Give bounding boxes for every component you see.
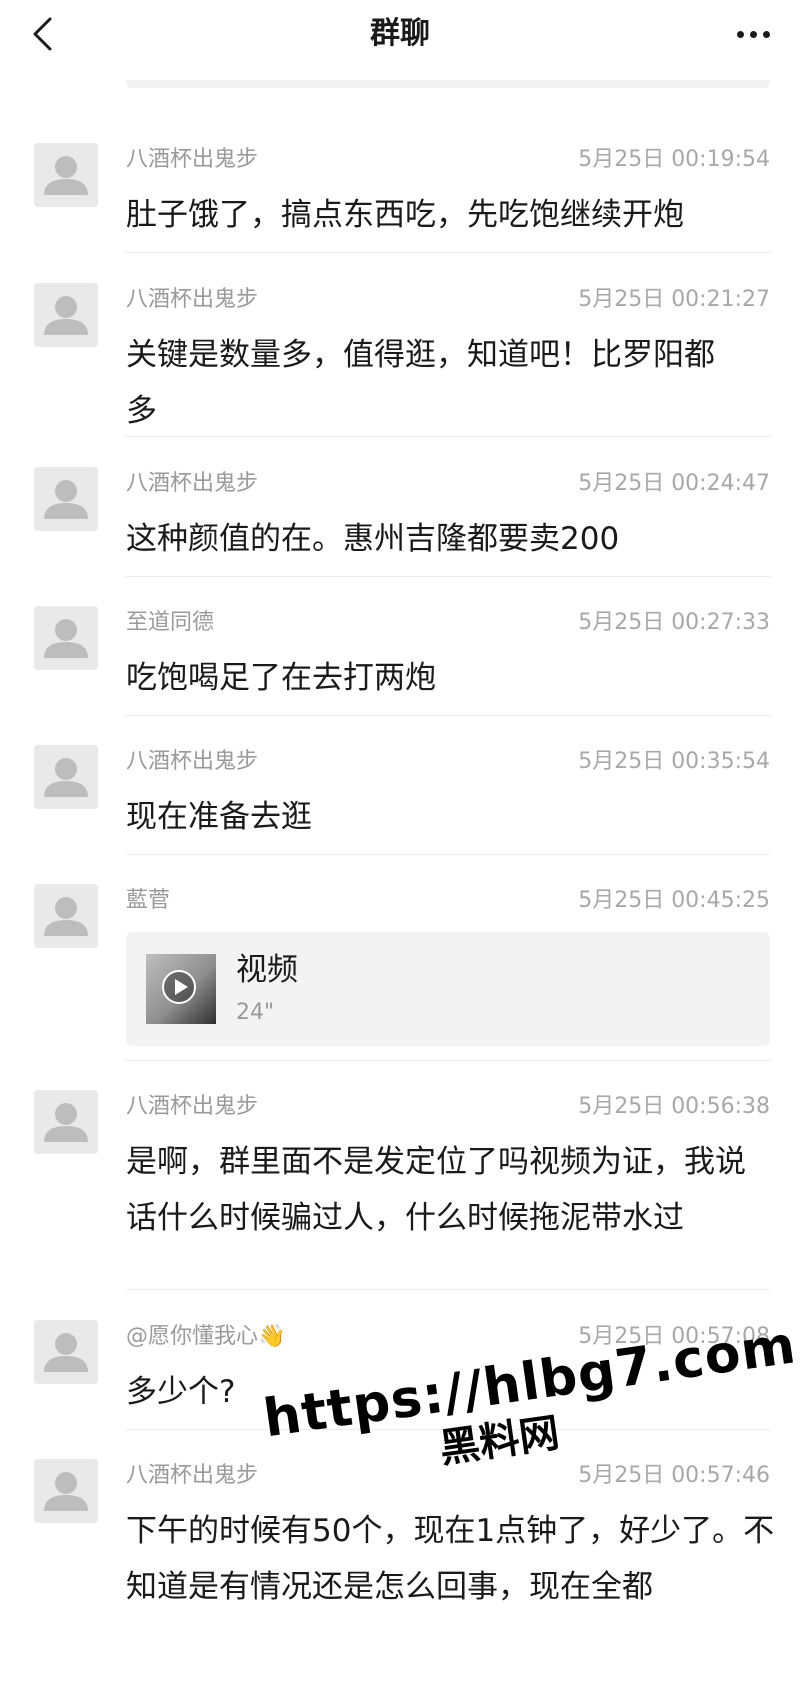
sender-name: 八酒杯出鬼步 <box>126 1094 259 1119</box>
video-attachment[interactable]: 视频 24" <box>126 932 770 1046</box>
sender-name: 至道同德 <box>126 610 215 635</box>
video-duration: 24" <box>236 1000 275 1025</box>
play-icon <box>162 970 196 1004</box>
default-avatar-icon <box>34 745 98 809</box>
default-avatar-icon <box>34 606 98 670</box>
message-text: 下午的时候有50个，现在1点钟了，好少了。不知道是有情况还是怎么回事，现在全都 <box>126 1513 775 1605</box>
divider <box>126 854 770 855</box>
message-time: 5月25日 00:19:54 <box>578 147 770 172</box>
top-bar: 群聊 <box>0 0 800 80</box>
page-title: 群聊 <box>370 16 430 51</box>
avatar[interactable] <box>34 1459 98 1523</box>
message-time: 5月25日 00:24:47 <box>578 471 770 496</box>
default-avatar-icon <box>34 143 98 207</box>
sender-name: @愿你懂我心👋 <box>126 1324 286 1349</box>
avatar[interactable] <box>34 1090 98 1154</box>
video-label: 视频 <box>236 952 298 988</box>
avatar[interactable] <box>34 467 98 531</box>
message-time: 5月25日 00:45:25 <box>578 888 770 913</box>
more-dots-icon <box>736 30 744 38</box>
video-thumbnail <box>146 954 216 1024</box>
avatar[interactable] <box>34 143 98 207</box>
message-text: 这种颜值的在。惠州吉隆都要卖200 <box>126 521 620 557</box>
message-time: 5月25日 00:35:54 <box>578 749 770 774</box>
message-time: 5月25日 00:57:46 <box>578 1463 770 1488</box>
message-time: 5月25日 00:21:27 <box>578 287 770 312</box>
chat-screen: 群聊 八酒杯出鬼步 5月25日 00:19:54 肚子饿了，搞点东西吃，先吃饱继… <box>0 0 800 1691</box>
default-avatar-icon <box>34 283 98 347</box>
default-avatar-icon <box>34 467 98 531</box>
default-avatar-icon <box>34 884 98 948</box>
sender-name: 八酒杯出鬼步 <box>126 287 259 312</box>
default-avatar-icon <box>34 1459 98 1523</box>
sender-name: 八酒杯出鬼步 <box>126 471 259 496</box>
divider <box>126 252 770 253</box>
message-text: 吃饱喝足了在去打两炮 <box>126 660 436 696</box>
avatar[interactable] <box>34 606 98 670</box>
message-text: 是啊，群里面不是发定位了吗视频为证，我说话什么时候骗过人，什么时候拖泥带水过 <box>126 1144 746 1236</box>
message-text: 关键是数量多，值得逛，知道吧！比罗阳都多 <box>126 337 715 429</box>
avatar[interactable] <box>34 283 98 347</box>
avatar[interactable] <box>34 1320 98 1384</box>
default-avatar-icon <box>34 1320 98 1384</box>
avatar[interactable] <box>34 745 98 809</box>
sender-name: 八酒杯出鬼步 <box>126 147 259 172</box>
sender-name: 藍菅 <box>126 888 171 913</box>
divider <box>126 1060 770 1061</box>
message-time: 5月25日 00:27:33 <box>578 610 770 635</box>
default-avatar-icon <box>34 1090 98 1154</box>
message-text: 肚子饿了，搞点东西吃，先吃饱继续开炮 <box>126 197 684 233</box>
divider <box>126 436 770 437</box>
sender-name: 八酒杯出鬼步 <box>126 1463 259 1488</box>
avatar[interactable] <box>34 884 98 948</box>
divider <box>126 1289 770 1290</box>
divider <box>126 715 770 716</box>
divider <box>126 576 770 577</box>
sender-name: 八酒杯出鬼步 <box>126 749 259 774</box>
message-time: 5月25日 00:56:38 <box>578 1094 770 1119</box>
message-text: 现在准备去逛 <box>126 799 312 835</box>
more-button[interactable] <box>728 14 778 54</box>
